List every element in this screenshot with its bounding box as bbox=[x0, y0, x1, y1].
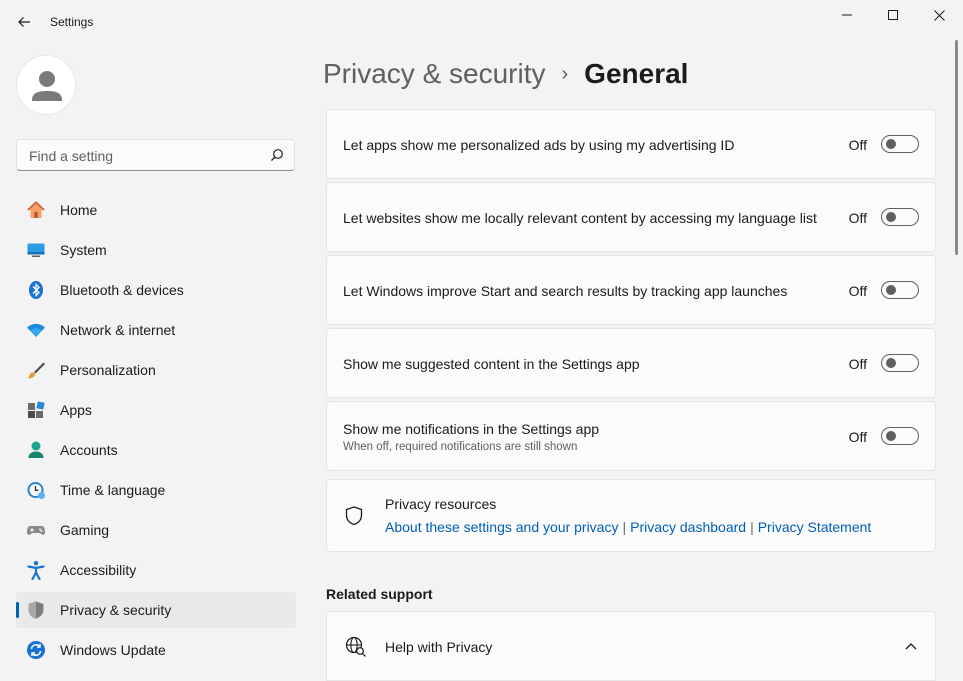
sidebar-item-personalization[interactable]: Personalization bbox=[16, 352, 296, 388]
toggle-state-label: Off bbox=[848, 137, 867, 153]
avatar[interactable] bbox=[16, 55, 76, 115]
wifi-icon bbox=[26, 320, 46, 340]
breadcrumb-parent-link[interactable]: Privacy & security bbox=[323, 58, 546, 90]
shield-icon bbox=[26, 600, 46, 620]
related-support-heading: Related support bbox=[326, 586, 433, 602]
sidebar-item-privacy-security[interactable]: Privacy & security bbox=[16, 592, 296, 628]
search-input[interactable] bbox=[27, 146, 261, 166]
sidebar-item-network[interactable]: Network & internet bbox=[16, 312, 296, 348]
brush-icon bbox=[26, 360, 46, 380]
sidebar-item-label: Apps bbox=[60, 402, 92, 418]
sidebar-item-system[interactable]: System bbox=[16, 232, 296, 268]
scrollbar-thumb[interactable] bbox=[955, 40, 958, 255]
help-with-privacy-label: Help with Privacy bbox=[385, 639, 493, 655]
toggle-knob bbox=[886, 212, 896, 222]
sidebar-item-label: Accessibility bbox=[60, 562, 137, 578]
sidebar-item-label: Personalization bbox=[60, 362, 156, 378]
setting-label: Let websites show me locally relevant co… bbox=[343, 210, 817, 226]
privacy-resources-title: Privacy resources bbox=[385, 496, 497, 512]
sidebar-item-label: Bluetooth & devices bbox=[60, 282, 184, 298]
sidebar-nav: Home System Bluetooth & devices Network … bbox=[16, 192, 296, 672]
sidebar-item-accessibility[interactable]: Accessibility bbox=[16, 552, 296, 588]
privacy-resources-links: About these settings and your privacy | Pr… bbox=[385, 519, 871, 535]
search-icon[interactable] bbox=[270, 148, 284, 162]
toggle-state-label: Off bbox=[848, 283, 867, 299]
setting-label: Show me suggested content in the Setting… bbox=[343, 356, 640, 372]
chevron-right-icon: › bbox=[561, 62, 569, 85]
shield-outline-icon bbox=[345, 506, 363, 526]
back-button[interactable] bbox=[10, 8, 38, 36]
privacy-resources-card: Privacy resources About these settings a… bbox=[326, 479, 936, 552]
setting-label: Let Windows improve Start and search res… bbox=[343, 283, 788, 299]
clock-globe-icon bbox=[26, 480, 46, 500]
close-button[interactable] bbox=[916, 0, 962, 30]
toggle-knob bbox=[886, 431, 896, 441]
setting-description: When off, required notifications are sti… bbox=[343, 441, 578, 453]
apps-icon bbox=[26, 400, 46, 420]
setting-card-language-list: Let websites show me locally relevant co… bbox=[326, 182, 936, 252]
update-icon bbox=[26, 640, 46, 660]
app-launch-tracking-toggle[interactable] bbox=[881, 281, 919, 299]
sidebar-item-time-language[interactable]: Time & language bbox=[16, 472, 296, 508]
close-icon bbox=[933, 9, 945, 21]
maximize-icon bbox=[888, 10, 898, 20]
accessibility-icon bbox=[26, 560, 46, 580]
sidebar-item-home[interactable]: Home bbox=[16, 192, 296, 228]
language-list-toggle[interactable] bbox=[881, 208, 919, 226]
sidebar-item-label: Time & language bbox=[60, 482, 166, 498]
privacy-dashboard-link[interactable]: Privacy dashboard bbox=[630, 519, 746, 535]
sidebar-item-apps[interactable]: Apps bbox=[16, 392, 296, 428]
setting-card-advertising-id: Let apps show me personalized ads by usi… bbox=[326, 109, 936, 179]
app-title: Settings bbox=[50, 15, 94, 29]
about-settings-privacy-link[interactable]: About these settings and your privacy bbox=[385, 519, 618, 535]
user-icon bbox=[32, 71, 62, 101]
setting-card-settings-notifications: Show me notifications in the Settings ap… bbox=[326, 401, 936, 471]
setting-label: Show me notifications in the Settings ap… bbox=[343, 421, 600, 437]
suggested-content-toggle[interactable] bbox=[881, 354, 919, 372]
privacy-statement-link[interactable]: Privacy Statement bbox=[758, 519, 872, 535]
title-bar: Settings bbox=[0, 0, 963, 44]
sidebar-item-accounts[interactable]: Accounts bbox=[16, 432, 296, 468]
toggle-state-label: Off bbox=[848, 429, 867, 445]
sidebar-item-label: Windows Update bbox=[60, 642, 166, 658]
sidebar-item-label: Accounts bbox=[60, 442, 118, 458]
advertising-id-toggle[interactable] bbox=[881, 135, 919, 153]
help-with-privacy-expander[interactable]: Help with Privacy bbox=[326, 611, 936, 681]
sidebar-item-label: Home bbox=[60, 202, 98, 218]
link-separator: | bbox=[750, 519, 754, 535]
sidebar-item-label: Network & internet bbox=[60, 322, 176, 338]
sidebar-item-label: System bbox=[60, 242, 107, 258]
chevron-up-icon[interactable] bbox=[905, 642, 917, 650]
breadcrumb: Privacy & security › General bbox=[323, 56, 688, 92]
toggle-state-label: Off bbox=[848, 356, 867, 372]
sidebar-item-label: Gaming bbox=[60, 522, 110, 538]
toggle-state-label: Off bbox=[848, 210, 867, 226]
setting-card-app-launch-tracking: Let Windows improve Start and search res… bbox=[326, 255, 936, 325]
settings-notifications-toggle[interactable] bbox=[881, 427, 919, 445]
sidebar-item-bluetooth[interactable]: Bluetooth & devices bbox=[16, 272, 296, 308]
bluetooth-icon bbox=[26, 280, 46, 300]
sidebar-item-gaming[interactable]: Gaming bbox=[16, 512, 296, 548]
search-box[interactable] bbox=[16, 139, 295, 171]
minimize-button[interactable] bbox=[824, 0, 870, 30]
toggle-knob bbox=[886, 139, 896, 149]
accounts-icon bbox=[26, 440, 46, 460]
page-title: General bbox=[584, 58, 689, 89]
globe-search-icon bbox=[345, 636, 366, 657]
toggle-knob bbox=[886, 358, 896, 368]
sidebar-item-windows-update[interactable]: Windows Update bbox=[16, 632, 296, 668]
setting-label: Let apps show me personalized ads by usi… bbox=[343, 137, 735, 153]
home-icon bbox=[26, 200, 46, 220]
link-separator: | bbox=[622, 519, 627, 535]
setting-card-suggested-content: Show me suggested content in the Setting… bbox=[326, 328, 936, 398]
system-icon bbox=[26, 240, 46, 260]
sidebar-item-label: Privacy & security bbox=[60, 602, 172, 618]
gamepad-icon bbox=[26, 520, 46, 540]
minimize-icon bbox=[842, 14, 852, 16]
back-arrow-icon bbox=[18, 17, 30, 27]
maximize-button[interactable] bbox=[870, 0, 916, 30]
toggle-knob bbox=[886, 285, 896, 295]
